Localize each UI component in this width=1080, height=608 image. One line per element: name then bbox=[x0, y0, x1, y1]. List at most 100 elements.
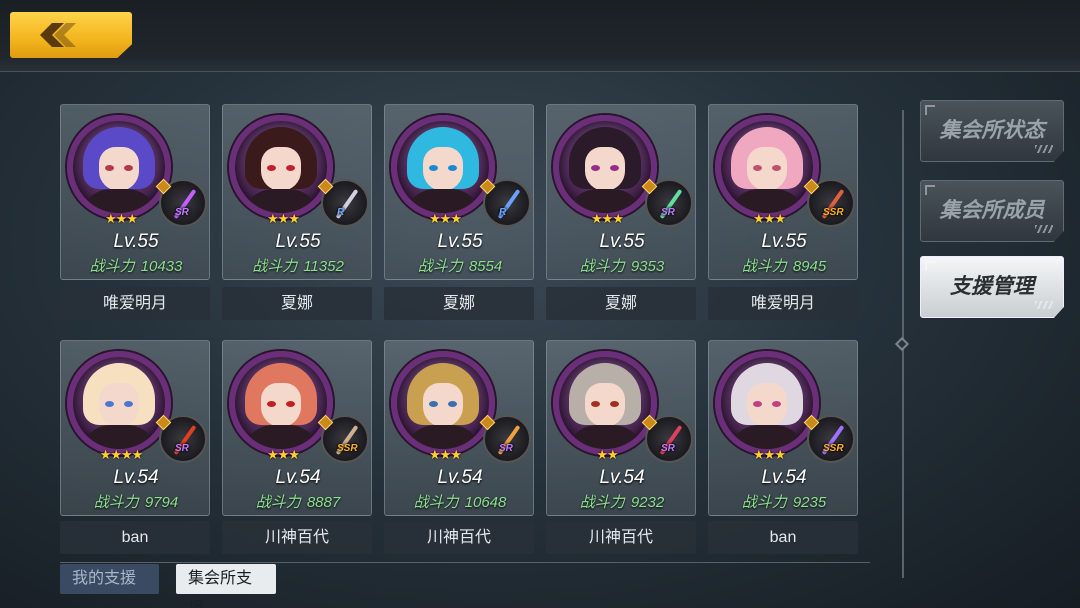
character-portrait bbox=[229, 115, 333, 219]
combat-power-value: 8554 bbox=[468, 258, 503, 275]
character-portrait bbox=[67, 351, 171, 455]
owner-name: 夏娜 bbox=[546, 287, 696, 320]
combat-power-value: 9235 bbox=[792, 494, 827, 511]
owner-name: 川神百代 bbox=[546, 521, 696, 554]
portrait-eye bbox=[267, 165, 276, 171]
divider-diamond-icon bbox=[894, 336, 910, 352]
support-card[interactable]: SR ★★★ Lv.55 战斗力 10433 bbox=[60, 104, 210, 280]
tab-label: 我的支援 bbox=[72, 570, 137, 587]
portrait-eye bbox=[429, 165, 438, 171]
combat-power-value: 10433 bbox=[140, 258, 183, 275]
support-card[interactable]: SR ★★★ Lv.55 战斗力 9353 bbox=[546, 104, 696, 280]
portrait-eye bbox=[429, 401, 438, 407]
tab-my-support[interactable]: 我的支援 bbox=[60, 564, 159, 594]
rarity-label: SSR bbox=[823, 443, 844, 454]
rarity-label: SR bbox=[175, 207, 189, 218]
combat-power-label: 战斗力 bbox=[89, 258, 135, 275]
character-level: Lv.55 bbox=[275, 231, 321, 252]
rarity-label: SR bbox=[661, 207, 675, 218]
combat-power-value: 11352 bbox=[303, 258, 344, 275]
combat-power-value: 10648 bbox=[464, 494, 507, 511]
character-level: Lv.55 bbox=[761, 231, 807, 252]
star-rating: ★★★ bbox=[753, 211, 786, 226]
combat-power-label: 战斗力 bbox=[741, 494, 787, 511]
sidebar-item-support-management[interactable]: 支援管理 bbox=[920, 256, 1064, 318]
combat-power-value: 9794 bbox=[144, 494, 179, 511]
rarity-label: SR bbox=[661, 443, 675, 454]
star-rating: ★★★ bbox=[591, 211, 624, 226]
portrait-eye bbox=[772, 401, 781, 407]
combat-power-value: 9353 bbox=[630, 258, 665, 275]
back-button[interactable] bbox=[10, 12, 132, 58]
portrait-eye bbox=[105, 165, 114, 171]
sidebar-item-label: 集会所状态 bbox=[939, 119, 1045, 142]
combat-power-label: 战斗力 bbox=[252, 258, 298, 275]
portrait-eye bbox=[610, 401, 619, 407]
owner-name: 唯爱明月 bbox=[60, 287, 210, 320]
combat-power: 战斗力 8945 bbox=[709, 255, 859, 276]
character-level: Lv.55 bbox=[113, 231, 159, 252]
combat-power-label: 战斗力 bbox=[413, 494, 459, 511]
portrait-eye bbox=[591, 165, 600, 171]
combat-power: 战斗力 11352 bbox=[223, 255, 373, 276]
combat-power-label: 战斗力 bbox=[741, 258, 787, 275]
portrait-eye bbox=[286, 401, 295, 407]
support-card[interactable]: SSR ★★★ Lv.55 战斗力 8945 bbox=[708, 104, 858, 280]
character-level: Lv.54 bbox=[275, 467, 321, 488]
portrait-eye bbox=[591, 401, 600, 407]
owner-name: ban bbox=[60, 521, 210, 554]
support-card[interactable]: SSR ★★★ Lv.54 战斗力 9235 bbox=[708, 340, 858, 516]
support-card[interactable]: SR ★★★ Lv.54 战斗力 10648 bbox=[384, 340, 534, 516]
character-level: Lv.54 bbox=[599, 467, 645, 488]
support-card[interactable]: SSR ★★★ Lv.54 战斗力 8887 bbox=[222, 340, 372, 516]
star-rating: ★★★ bbox=[267, 211, 300, 226]
character-level: Lv.55 bbox=[437, 231, 483, 252]
character-portrait bbox=[67, 115, 171, 219]
character-portrait bbox=[391, 351, 495, 455]
chevron-left-icon bbox=[40, 23, 76, 47]
portrait-eye bbox=[610, 165, 619, 171]
owner-name: 川神百代 bbox=[222, 521, 372, 554]
rarity-label: R bbox=[499, 207, 507, 218]
star-rating: ★★★ bbox=[753, 447, 786, 462]
combat-power: 战斗力 8554 bbox=[385, 255, 535, 276]
rarity-label: R bbox=[337, 207, 345, 218]
combat-power: 战斗力 10433 bbox=[61, 255, 211, 276]
stripes-decoration bbox=[1035, 225, 1053, 233]
support-grid: SR ★★★ Lv.55 战斗力 10433 唯爱明月 R ★★★ Lv.55 战斗力 11352 夏… bbox=[60, 104, 860, 554]
tab-guild-support[interactable]: 集会所支援 bbox=[176, 564, 276, 608]
combat-power: 战斗力 9353 bbox=[547, 255, 697, 276]
sidebar-item-label: 支援管理 bbox=[950, 275, 1034, 298]
bottom-divider bbox=[60, 562, 870, 563]
support-card[interactable]: R ★★★ Lv.55 战斗力 11352 bbox=[222, 104, 372, 280]
character-portrait bbox=[391, 115, 495, 219]
stripes-decoration bbox=[1035, 301, 1053, 309]
star-rating: ★★★ bbox=[105, 211, 138, 226]
owner-name: 夏娜 bbox=[384, 287, 534, 320]
combat-power-label: 战斗力 bbox=[579, 494, 625, 511]
rarity-label: SSR bbox=[337, 443, 358, 454]
support-card[interactable]: R ★★★ Lv.55 战斗力 8554 bbox=[384, 104, 534, 280]
sidebar-item-guild-status[interactable]: 集会所状态 bbox=[920, 100, 1064, 162]
combat-power: 战斗力 9232 bbox=[547, 491, 697, 512]
character-portrait bbox=[715, 115, 819, 219]
combat-power-value: 9232 bbox=[630, 494, 665, 511]
portrait-eye bbox=[772, 165, 781, 171]
support-card[interactable]: SR ★★★★ Lv.54 战斗力 9794 bbox=[60, 340, 210, 516]
character-level: Lv.54 bbox=[761, 467, 807, 488]
top-bar bbox=[0, 0, 1080, 72]
character-portrait bbox=[553, 351, 657, 455]
combat-power: 战斗力 10648 bbox=[385, 491, 535, 512]
character-portrait bbox=[715, 351, 819, 455]
portrait-eye bbox=[753, 165, 762, 171]
star-rating: ★★★★ bbox=[99, 447, 144, 462]
sidebar-item-guild-members[interactable]: 集会所成员 bbox=[920, 180, 1064, 242]
portrait-eye bbox=[448, 401, 457, 407]
stripes-decoration bbox=[1035, 145, 1053, 153]
portrait-eye bbox=[267, 401, 276, 407]
character-level: Lv.54 bbox=[113, 467, 159, 488]
combat-power-value: 8945 bbox=[792, 258, 827, 275]
support-card[interactable]: SR ★★ Lv.54 战斗力 9232 bbox=[546, 340, 696, 516]
portrait-eye bbox=[105, 401, 114, 407]
portrait-eye bbox=[124, 401, 133, 407]
